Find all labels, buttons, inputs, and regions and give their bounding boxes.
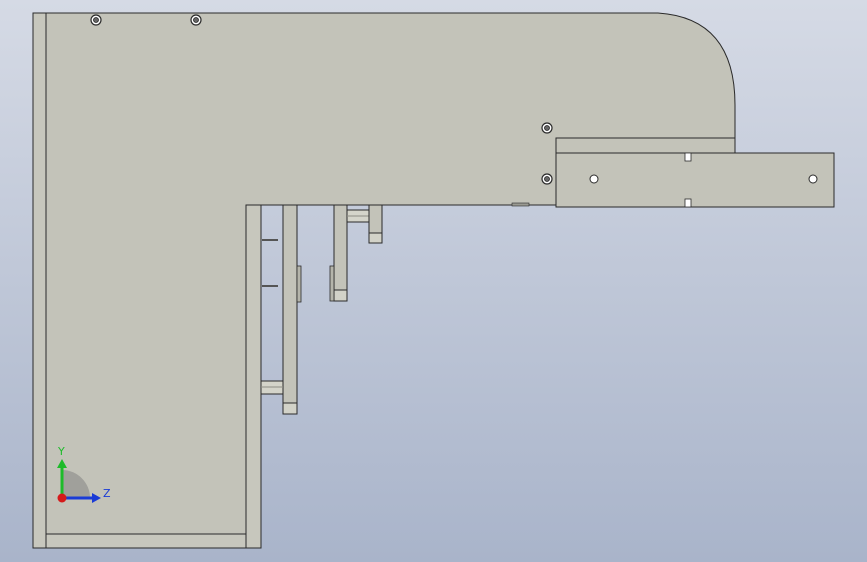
x-axis-point-icon (57, 493, 67, 503)
left-flange (32, 12, 47, 549)
bar-notch-bottom (684, 198, 692, 208)
bar-notch-top (684, 152, 692, 162)
cad-viewport[interactable]: Y Z (0, 0, 867, 562)
bar-underside (511, 202, 530, 207)
roller-middle (346, 209, 370, 223)
bottom-flange (45, 533, 247, 549)
screw-mid-1 (541, 122, 553, 134)
screw-mid-2 (541, 173, 553, 185)
roller-left (260, 380, 284, 395)
bar-hole-right (808, 174, 818, 184)
model-view[interactable]: Y Z (0, 0, 867, 562)
inner-flange (245, 204, 262, 549)
triad-z-label: Z (103, 487, 111, 500)
screw-top-1 (90, 14, 102, 26)
step-block (555, 137, 736, 154)
short-arm[interactable] (368, 204, 383, 244)
bar-hole-left (589, 174, 599, 184)
triad-y-label: Y (57, 445, 65, 458)
screw-top-2 (190, 14, 202, 26)
